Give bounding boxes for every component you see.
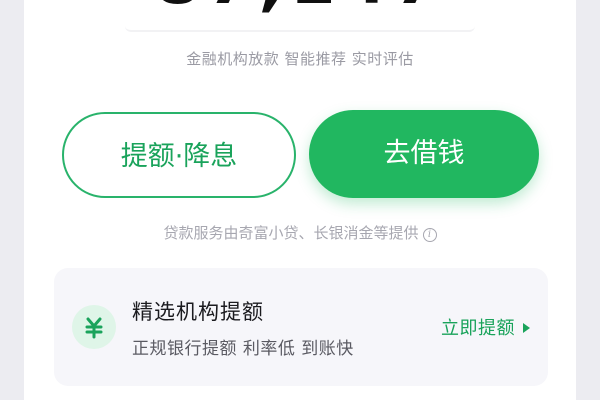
raise-now-link[interactable]: 立即提额 <box>441 314 530 340</box>
borrow-button[interactable]: 去借钱 <box>309 110 539 198</box>
provider-notice: 贷款服务由奇富小贷、长银消金等提供 i <box>24 222 576 243</box>
raise-now-label: 立即提额 <box>441 318 515 339</box>
amount-box: 87,147 <box>125 0 475 32</box>
provider-notice-text: 贷款服务由奇富小贷、长银消金等提供 <box>163 224 419 242</box>
credit-amount: 87,147 <box>125 0 475 14</box>
raise-limit-button[interactable]: 提额·降息 <box>62 112 296 198</box>
tagline: 金融机构放款 智能推荐 实时评估 <box>186 50 414 68</box>
promo-subtitle: 正规银行提额 利率低 到账快 <box>132 339 354 359</box>
play-arrow-icon <box>523 323 530 333</box>
yen-icon <box>72 305 116 349</box>
promo-title: 精选机构提额 <box>132 300 264 324</box>
promo-card[interactable]: 精选机构提额 正规银行提额 利率低 到账快 立即提额 <box>54 268 548 386</box>
info-icon[interactable]: i <box>422 228 437 242</box>
loan-card: 87,147 金融机构放款 智能推荐 实时评估 提额·降息 去借钱 贷款服务由奇… <box>24 0 576 400</box>
